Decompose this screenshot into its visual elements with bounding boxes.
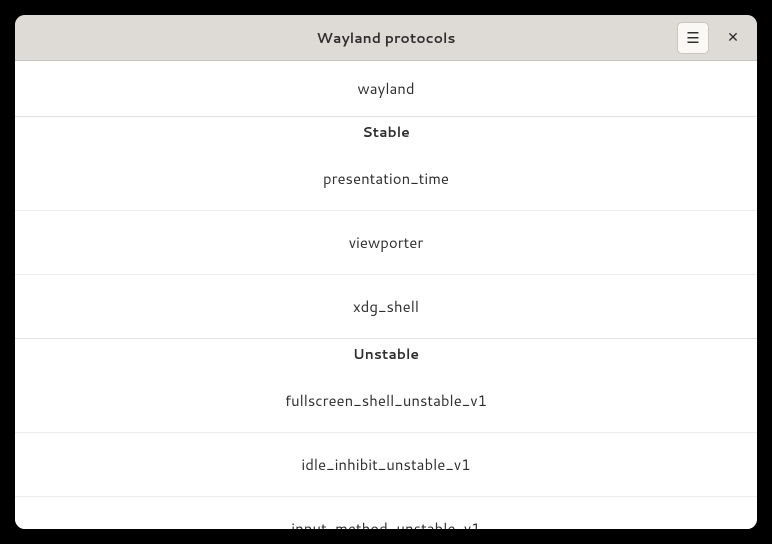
header-buttons: ☰ ✕ (677, 22, 749, 54)
list-item[interactable]: presentation_time (15, 147, 757, 211)
section-label: Stable (362, 122, 410, 142)
list-item[interactable]: input_method_unstable_v1 (15, 497, 757, 529)
close-icon: ✕ (727, 29, 739, 46)
section-label: Unstable (353, 344, 419, 364)
list-item[interactable]: fullscreen_shell_unstable_v1 (15, 369, 757, 433)
content-area[interactable]: wayland Stable presentation_time viewpor… (15, 61, 757, 529)
list-item[interactable]: idle_inhibit_unstable_v1 (15, 433, 757, 497)
close-button[interactable]: ✕ (717, 22, 749, 54)
list-item-label: idle_inhibit_unstable_v1 (301, 454, 470, 475)
list-item-label: presentation_time (323, 168, 449, 189)
header-bar: Wayland protocols ☰ ✕ (15, 15, 757, 61)
list-item-label: wayland (357, 78, 414, 99)
list-item-label: xdg_shell (353, 296, 419, 317)
page-title: Wayland protocols (15, 28, 757, 48)
window: Wayland protocols ☰ ✕ wayland Stable pre… (15, 15, 757, 529)
list-item[interactable]: xdg_shell (15, 275, 757, 339)
list-item[interactable]: wayland (15, 61, 757, 117)
menu-button[interactable]: ☰ (677, 22, 709, 54)
section-header-unstable: Unstable (15, 339, 757, 369)
list-item-label: fullscreen_shell_unstable_v1 (285, 390, 487, 411)
list-item-label: input_method_unstable_v1 (291, 518, 480, 529)
hamburger-icon: ☰ (686, 29, 699, 47)
section-header-stable: Stable (15, 117, 757, 147)
list-item[interactable]: viewporter (15, 211, 757, 275)
list-item-label: viewporter (349, 232, 424, 253)
